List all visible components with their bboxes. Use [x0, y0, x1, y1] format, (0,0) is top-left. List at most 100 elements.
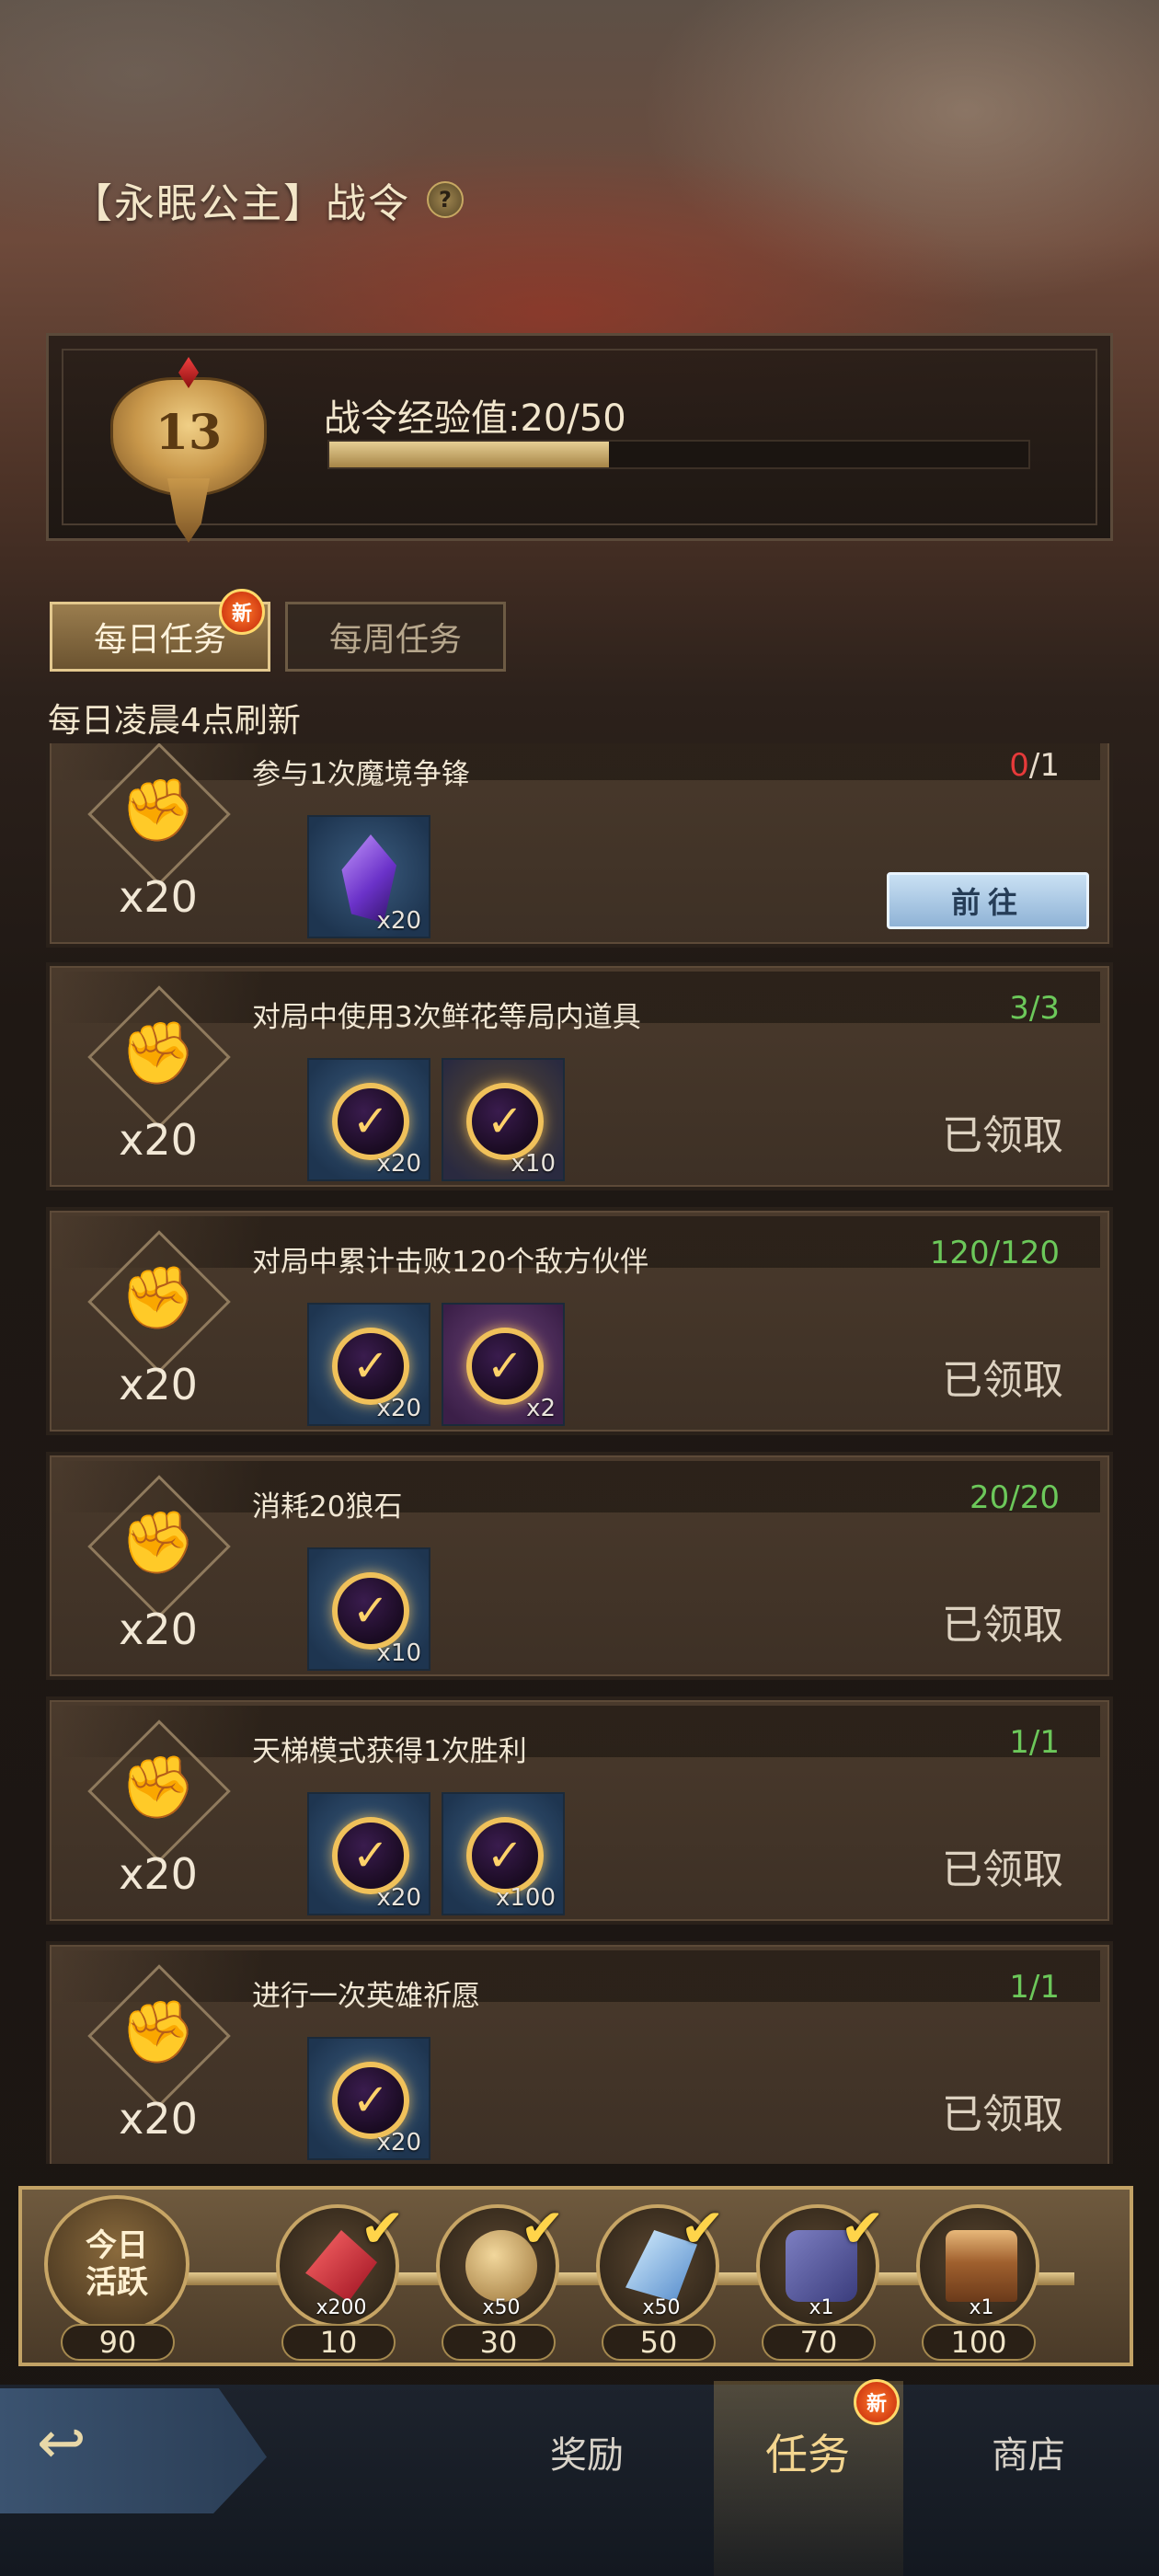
task-list[interactable]: 参与1次魔境争锋 0/1 ✊ x20 x20 前往 对局中使用3次鲜花等局内道具… [46, 743, 1113, 2164]
activity-points: ✊ x20 [70, 1719, 247, 1915]
reward-item[interactable]: ✓ x20 [307, 1303, 430, 1426]
new-badge: 新 [219, 589, 265, 635]
milestone-node[interactable]: ✔ x50 [596, 2197, 725, 2328]
reward-item[interactable]: ✓ x20 [307, 2037, 430, 2160]
reward-item[interactable]: ✓ x10 [442, 1058, 565, 1181]
progress-current: 0 [1009, 747, 1029, 784]
task-card: 参与1次魔境争锋 0/1 ✊ x20 x20 前往 [46, 743, 1113, 948]
page-title: 【永眠公主】战令 [72, 180, 410, 227]
task-title: 对局中累计击败120个敌方伙伴 [252, 1246, 649, 1279]
nav-item-tasks[interactable]: 任务 [765, 2421, 850, 2482]
level-number: 13 [155, 405, 223, 461]
question-icon[interactable]: ? [427, 181, 464, 218]
milestone-qty: x50 [482, 2296, 521, 2319]
points-count: x20 [119, 1604, 198, 1654]
milestone-value: 10 [281, 2324, 396, 2361]
task-title: 对局中使用3次鲜花等局内道具 [252, 1001, 641, 1034]
reward-qty: x2 [526, 1395, 556, 1422]
points-count: x20 [119, 2094, 198, 2144]
exp-label: 战令经验值:20/50 [324, 397, 626, 440]
task-progress: 3/3 [1009, 990, 1060, 1027]
activity-points: ✊ x20 [70, 743, 247, 938]
reward-qty: x20 [376, 2129, 421, 2156]
task-progress: 1/1 [1009, 1724, 1060, 1761]
go-button[interactable]: 前往 [887, 872, 1089, 929]
task-title: 天梯模式获得1次胜利 [252, 1735, 527, 1768]
activity-points: ✊ x20 [70, 985, 247, 1181]
tab-weekly-tasks[interactable]: 每周任务 [285, 602, 506, 672]
today-label-line-1: 今日 [86, 2227, 148, 2264]
exp-progress-fill [329, 442, 609, 467]
today-active-badge: 今日 活跃 [44, 2195, 189, 2333]
fist-icon: ✊ [120, 1018, 197, 1088]
claimed-status: 已领取 [942, 1357, 1063, 1404]
reward-item[interactable]: ✓ x20 [307, 1058, 430, 1181]
reward-qty: x20 [376, 1150, 421, 1178]
reward-item[interactable]: ✓ x2 [442, 1303, 565, 1426]
fist-icon: ✊ [120, 1996, 197, 2067]
progress-total: /1 [1028, 747, 1060, 784]
points-count: x20 [119, 872, 198, 922]
pass-title-area: 【永眠公主】战令 ? [72, 167, 464, 232]
points-count: x20 [119, 1849, 198, 1899]
task-card: 天梯模式获得1次胜利 1/1 ✊ x20 ✓ x20 ✓ x100 已领取 [46, 1696, 1113, 1925]
nav-item-rewards[interactable]: 奖励 [550, 2425, 624, 2478]
nav-item-shop[interactable]: 商店 [992, 2425, 1065, 2478]
badge-tail [167, 478, 210, 543]
claimed-status: 已领取 [942, 1602, 1063, 1649]
tab-label: 每周任务 [328, 621, 462, 659]
task-card: 进行一次英雄祈愿 1/1 ✊ x20 ✓ x20 已领取 [46, 1941, 1113, 2164]
task-card: 消耗20狼石 20/20 ✊ x20 ✓ x10 已领取 [46, 1452, 1113, 1680]
today-label-line-2: 活跃 [86, 2264, 148, 2301]
task-title: 进行一次英雄祈愿 [252, 1980, 480, 2013]
activity-points: ✊ x20 [70, 1230, 247, 1426]
milestone-qty: x50 [642, 2296, 681, 2319]
milestone-node[interactable]: x1 [916, 2204, 1039, 2328]
milestone-qty: x1 [809, 2296, 834, 2319]
check-icon: ✔ [840, 2197, 885, 2260]
milestone-value: 30 [442, 2324, 556, 2361]
check-icon: ✔ [520, 2197, 565, 2260]
milestone-node[interactable]: ✔ x200 [276, 2197, 405, 2328]
reward-item[interactable]: x20 [307, 815, 430, 938]
milestone-node[interactable]: ✔ x1 [756, 2197, 885, 2328]
milestone-qty: x1 [969, 2296, 994, 2319]
fist-icon: ✊ [120, 1752, 197, 1823]
fist-icon: ✊ [120, 1507, 197, 1578]
tab-label: 每日任务 [93, 621, 226, 659]
reward-item[interactable]: ✓ x100 [442, 1792, 565, 1915]
activity-points: ✊ x20 [70, 1475, 247, 1671]
task-title: 参与1次魔境争锋 [252, 758, 470, 791]
task-progress: 0/1 [1009, 747, 1060, 784]
fist-icon: ✊ [120, 775, 197, 845]
milestone-node[interactable]: ✔ x50 [436, 2197, 565, 2328]
milestone-value: 70 [762, 2324, 876, 2361]
exp-progress-bar [327, 440, 1030, 469]
reward-item[interactable]: ✓ x10 [307, 1547, 430, 1671]
reward-item[interactable]: ✓ x20 [307, 1792, 430, 1915]
reward-qty: x20 [376, 1884, 421, 1912]
task-progress: 1/1 [1009, 1969, 1060, 2006]
check-icon: ✔ [680, 2197, 725, 2260]
points-count: x20 [119, 1115, 198, 1165]
reward-qty: x20 [376, 907, 421, 935]
claimed-status: 已领取 [942, 1846, 1063, 1893]
new-badge: 新 [854, 2379, 900, 2425]
task-progress: 20/20 [970, 1479, 1060, 1516]
today-active-value: 90 [61, 2324, 175, 2361]
treasure-chest-icon [946, 2230, 1017, 2302]
task-card: 对局中使用3次鲜花等局内道具 3/3 ✊ x20 ✓ x20 ✓ x10 已领取 [46, 962, 1113, 1190]
back-arrow-icon: ↩ [37, 2409, 86, 2478]
check-icon: ✔ [360, 2197, 405, 2260]
task-card: 对局中累计击败120个敌方伙伴 120/120 ✊ x20 ✓ x20 ✓ x2… [46, 1207, 1113, 1435]
task-progress: 120/120 [929, 1235, 1060, 1271]
level-badge: 13 [101, 350, 276, 543]
reward-qty: x20 [376, 1395, 421, 1422]
fist-icon: ✊ [120, 1262, 197, 1333]
points-count: x20 [119, 1360, 198, 1409]
refresh-note: 每日凌晨4点刷新 [48, 702, 301, 740]
claimed-status: 已领取 [942, 1112, 1063, 1159]
milestone-qty: x200 [316, 2296, 367, 2319]
activity-points: ✊ x20 [70, 1964, 247, 2160]
task-title: 消耗20狼石 [252, 1490, 403, 1524]
